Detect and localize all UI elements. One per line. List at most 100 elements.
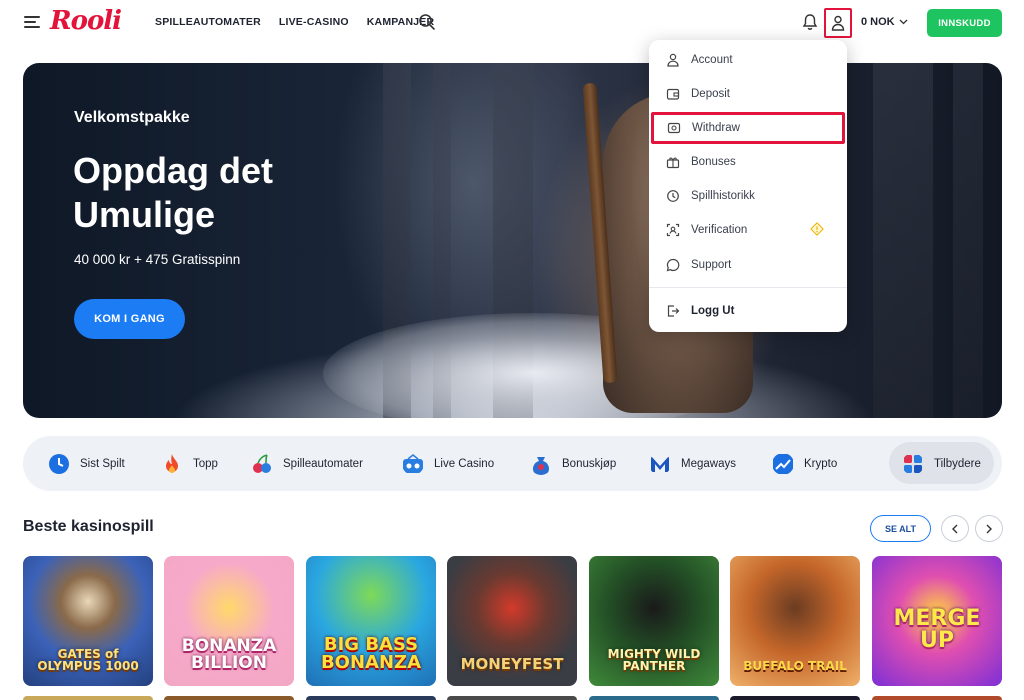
get-started-button[interactable]: KOM I GANG xyxy=(74,299,185,339)
category-live-casino[interactable]: Live Casino xyxy=(402,450,494,477)
cash-out-icon xyxy=(667,122,681,134)
chat-icon xyxy=(666,258,680,272)
search-icon[interactable] xyxy=(418,13,436,31)
wallet-icon xyxy=(666,88,680,100)
game-tile-partial xyxy=(589,696,719,700)
logo[interactable]: Rooli xyxy=(50,6,122,36)
menu-icon[interactable] xyxy=(24,16,40,28)
balance-dropdown[interactable]: 0 NOK xyxy=(861,16,908,28)
game-tile[interactable]: MERGE UP xyxy=(872,556,1002,686)
user-icon xyxy=(667,53,679,67)
user-icon xyxy=(831,15,845,31)
game-tile[interactable]: BONANZA BILLION xyxy=(164,556,294,686)
menu-item-deposit[interactable]: Deposit xyxy=(649,79,847,109)
category-slots[interactable]: Spilleautomater xyxy=(251,450,363,477)
flame-icon xyxy=(166,453,178,473)
live-casino-icon xyxy=(403,453,423,473)
section-title: Beste kasinospill xyxy=(23,518,154,535)
clock-icon xyxy=(49,453,69,474)
logout-label: Logg Ut xyxy=(691,305,735,317)
game-tile-partial xyxy=(872,696,1002,700)
bonus-bag-icon xyxy=(533,456,549,475)
menu-item-game-history[interactable]: Spillhistorikk xyxy=(649,181,847,211)
menu-item-logout[interactable]: Logg Ut xyxy=(649,296,847,326)
category-label: Live Casino xyxy=(434,457,495,470)
menu-item-bonuses[interactable]: Bonuses xyxy=(649,147,847,177)
game-tile[interactable]: BIG BASS BONANZA xyxy=(306,556,436,686)
category-recent[interactable]: Sist Spilt xyxy=(48,450,125,477)
chevron-down-icon xyxy=(899,19,908,25)
chevron-right-icon xyxy=(986,524,992,533)
category-label: Krypto xyxy=(804,457,838,470)
nav-live-casino[interactable]: LIVE-CASINO xyxy=(279,16,349,28)
menu-item-label: Bonuses xyxy=(691,156,736,168)
main-nav: SPILLEAUTOMATER LIVE-CASINO KAMPANJER xyxy=(155,16,434,28)
menu-item-account[interactable]: Account xyxy=(649,45,847,75)
game-tile[interactable]: MIGHTY WILD PANTHER xyxy=(589,556,719,686)
hero-banner: Velkomstpakke Oppdag det Umulige 40 000 … xyxy=(23,63,1002,418)
game-title: BIG BASS BONANZA xyxy=(320,634,422,673)
history-icon xyxy=(667,190,679,202)
game-tile-partial xyxy=(23,696,153,700)
menu-item-support[interactable]: Support xyxy=(649,250,847,280)
warning-icon xyxy=(810,222,824,236)
next-button[interactable] xyxy=(975,515,1003,542)
category-bonus-buy[interactable]: Bonuskjøp xyxy=(530,450,616,477)
game-title: MONEYFEST xyxy=(460,655,564,673)
menu-item-verification[interactable]: Verification xyxy=(649,215,847,245)
game-tile-partial xyxy=(164,696,294,700)
category-top[interactable]: Topp xyxy=(161,450,218,477)
game-title: GATES of OLYMPUS 1000 xyxy=(37,647,139,673)
category-label: Tilbydere xyxy=(934,457,981,470)
game-title: MERGE UP xyxy=(893,606,981,653)
category-label: Megaways xyxy=(681,457,736,470)
bell-icon[interactable] xyxy=(801,13,819,31)
prev-button[interactable] xyxy=(941,515,969,542)
menu-item-label: Withdraw xyxy=(692,122,740,134)
menu-item-label: Support xyxy=(691,259,732,271)
crypto-chart-icon xyxy=(773,453,793,474)
menu-item-withdraw[interactable]: Withdraw xyxy=(651,112,845,144)
megaways-icon xyxy=(651,455,669,472)
category-label: Sist Spilt xyxy=(80,457,125,470)
category-label: Bonuskjøp xyxy=(562,457,617,470)
see-all-button[interactable]: SE ALT xyxy=(870,515,931,542)
hero-offer: 40 000 kr + 475 Gratisspinn xyxy=(74,252,241,267)
category-providers[interactable]: Tilbydere xyxy=(902,450,981,477)
game-tile[interactable]: BUFFALO TRAIL xyxy=(730,556,860,686)
providers-icon xyxy=(904,454,922,473)
category-crypto[interactable]: Krypto xyxy=(772,450,837,477)
nav-slots[interactable]: SPILLEAUTOMATER xyxy=(155,16,261,28)
menu-item-label: Verification xyxy=(691,224,748,236)
account-button[interactable] xyxy=(824,8,852,38)
hero-subtitle: Velkomstpakke xyxy=(74,109,190,126)
game-tile-partial xyxy=(447,696,577,700)
menu-item-label: Deposit xyxy=(691,88,730,100)
category-bar: Sist Spilt Topp Spilleautomater Live Cas… xyxy=(23,436,1002,491)
category-megaways[interactable]: Megaways xyxy=(649,450,736,477)
deposit-button[interactable]: INNSKUDD xyxy=(927,9,1002,37)
id-verify-icon xyxy=(666,223,680,237)
logout-icon xyxy=(667,305,680,317)
game-title: MIGHTY WILD PANTHER xyxy=(607,647,701,673)
menu-item-label: Spillhistorikk xyxy=(691,190,755,202)
balance-value: 0 NOK xyxy=(861,16,895,28)
category-label: Spilleautomater xyxy=(283,457,363,470)
category-label: Topp xyxy=(193,457,218,470)
game-title: BONANZA BILLION xyxy=(181,636,277,673)
game-tile-partial xyxy=(306,696,436,700)
slot-cherry-icon xyxy=(253,453,271,473)
game-title: BUFFALO TRAIL xyxy=(743,659,847,673)
account-menu: Account Deposit Withdraw Bonuses Spillhi… xyxy=(649,40,847,332)
hero-art xyxy=(873,63,933,418)
menu-item-label: Account xyxy=(691,54,733,66)
hero-title: Oppdag det Umulige xyxy=(73,150,273,235)
gift-icon xyxy=(666,157,680,169)
game-tile[interactable]: MONEYFEST xyxy=(447,556,577,686)
top-header: Rooli SPILLEAUTOMATER LIVE-CASINO KAMPAN… xyxy=(0,0,1024,46)
menu-divider xyxy=(649,287,847,288)
game-tile[interactable]: GATES of OLYMPUS 1000 xyxy=(23,556,153,686)
hero-art xyxy=(953,63,983,418)
chevron-left-icon xyxy=(952,524,958,533)
game-tile-partial xyxy=(730,696,860,700)
